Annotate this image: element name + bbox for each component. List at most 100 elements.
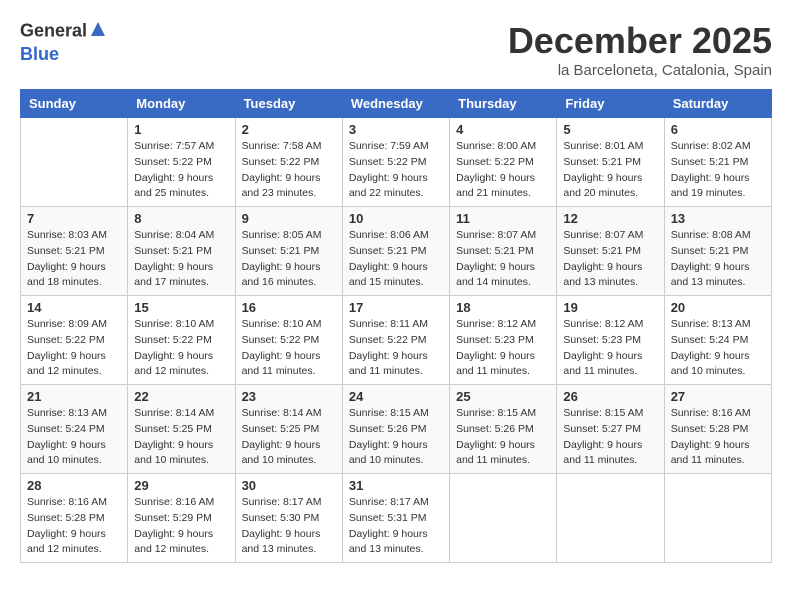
day-cell: 30 Sunrise: 8:17 AMSunset: 5:30 PMDayligh… xyxy=(235,474,342,563)
day-info: Sunrise: 8:12 AMSunset: 5:23 PMDaylight:… xyxy=(456,317,550,380)
day-info: Sunrise: 8:03 AMSunset: 5:21 PMDaylight:… xyxy=(27,228,121,291)
day-info: Sunrise: 8:15 AMSunset: 5:27 PMDaylight:… xyxy=(563,406,657,469)
day-number: 13 xyxy=(671,211,765,226)
day-cell: 25 Sunrise: 8:15 AMSunset: 5:26 PMDayligh… xyxy=(450,385,557,474)
day-cell: 24 Sunrise: 8:15 AMSunset: 5:26 PMDayligh… xyxy=(342,385,449,474)
day-number: 19 xyxy=(563,300,657,315)
day-number: 29 xyxy=(134,478,228,493)
day-cell: 2Sunrise: 7:58 AMSunset: 5:22 PMDaylight… xyxy=(235,118,342,207)
day-info: Sunrise: 8:07 AMSunset: 5:21 PMDaylight:… xyxy=(563,228,657,291)
location-subtitle: la Barceloneta, Catalonia, Spain xyxy=(508,62,772,79)
day-number: 28 xyxy=(27,478,121,493)
header-day: Monday xyxy=(128,90,235,118)
day-info: Sunrise: 8:10 AMSunset: 5:22 PMDaylight:… xyxy=(134,317,228,380)
day-info: Sunrise: 8:02 AMSunset: 5:21 PMDaylight:… xyxy=(671,139,765,202)
day-info: Sunrise: 8:12 AMSunset: 5:23 PMDaylight:… xyxy=(563,317,657,380)
day-number: 22 xyxy=(134,389,228,404)
day-info: Sunrise: 8:07 AMSunset: 5:21 PMDaylight:… xyxy=(456,228,550,291)
title-area: December 2025 la Barceloneta, Catalonia,… xyxy=(508,20,772,79)
day-number: 24 xyxy=(349,389,443,404)
day-info: Sunrise: 8:00 AMSunset: 5:22 PMDaylight:… xyxy=(456,139,550,202)
day-cell: 20Sunrise: 8:13 AMSunset: 5:24 PMDayligh… xyxy=(664,296,771,385)
day-cell: 3Sunrise: 7:59 AMSunset: 5:22 PMDaylight… xyxy=(342,118,449,207)
day-info: Sunrise: 8:15 AMSunset: 5:26 PMDaylight:… xyxy=(456,406,550,469)
calendar-table: SundayMondayTuesdayWednesdayThursdayFrid… xyxy=(20,89,772,563)
day-info: Sunrise: 8:17 AMSunset: 5:31 PMDaylight:… xyxy=(349,495,443,558)
logo-icon xyxy=(89,20,107,45)
day-cell xyxy=(21,118,128,207)
logo-general: General xyxy=(20,21,87,41)
day-number: 17 xyxy=(349,300,443,315)
day-number: 27 xyxy=(671,389,765,404)
day-info: Sunrise: 8:04 AMSunset: 5:21 PMDaylight:… xyxy=(134,228,228,291)
day-number: 15 xyxy=(134,300,228,315)
day-cell xyxy=(557,474,664,563)
day-number: 20 xyxy=(671,300,765,315)
week-row: 28 Sunrise: 8:16 AMSunset: 5:28 PMDayligh… xyxy=(21,474,772,563)
day-info: Sunrise: 7:57 AMSunset: 5:22 PMDaylight:… xyxy=(134,139,228,202)
day-info: Sunrise: 8:05 AMSunset: 5:21 PMDaylight:… xyxy=(242,228,336,291)
day-cell: 13Sunrise: 8:08 AMSunset: 5:21 PMDayligh… xyxy=(664,207,771,296)
day-cell xyxy=(450,474,557,563)
day-cell: 28 Sunrise: 8:16 AMSunset: 5:28 PMDayligh… xyxy=(21,474,128,563)
day-info: Sunrise: 8:16 AMSunset: 5:28 PMDaylight:… xyxy=(671,406,765,469)
day-cell: 15 Sunrise: 8:10 AMSunset: 5:22 PMDayligh… xyxy=(128,296,235,385)
day-number: 12 xyxy=(563,211,657,226)
day-cell: 4 Sunrise: 8:00 AMSunset: 5:22 PMDaylight… xyxy=(450,118,557,207)
day-info: Sunrise: 8:06 AMSunset: 5:21 PMDaylight:… xyxy=(349,228,443,291)
day-number: 16 xyxy=(242,300,336,315)
day-cell: 21Sunrise: 8:13 AMSunset: 5:24 PMDayligh… xyxy=(21,385,128,474)
header-row: SundayMondayTuesdayWednesdayThursdayFrid… xyxy=(21,90,772,118)
day-cell: 6 Sunrise: 8:02 AMSunset: 5:21 PMDaylight… xyxy=(664,118,771,207)
day-cell: 5Sunrise: 8:01 AMSunset: 5:21 PMDaylight… xyxy=(557,118,664,207)
week-row: 7 Sunrise: 8:03 AMSunset: 5:21 PMDaylight… xyxy=(21,207,772,296)
day-number: 25 xyxy=(456,389,550,404)
day-number: 31 xyxy=(349,478,443,493)
day-number: 9 xyxy=(242,211,336,226)
logo-blue: Blue xyxy=(20,44,59,64)
day-cell: 19 Sunrise: 8:12 AMSunset: 5:23 PMDayligh… xyxy=(557,296,664,385)
day-cell: 17Sunrise: 8:11 AMSunset: 5:22 PMDayligh… xyxy=(342,296,449,385)
day-number: 23 xyxy=(242,389,336,404)
day-number: 10 xyxy=(349,211,443,226)
day-cell: 14 Sunrise: 8:09 AMSunset: 5:22 PMDayligh… xyxy=(21,296,128,385)
header-day: Wednesday xyxy=(342,90,449,118)
week-row: 1 Sunrise: 7:57 AMSunset: 5:22 PMDaylight… xyxy=(21,118,772,207)
day-number: 1 xyxy=(134,122,228,137)
day-info: Sunrise: 8:09 AMSunset: 5:22 PMDaylight:… xyxy=(27,317,121,380)
header: General Blue December 2025 la Barcelonet… xyxy=(20,20,772,79)
day-cell: 23 Sunrise: 8:14 AMSunset: 5:25 PMDayligh… xyxy=(235,385,342,474)
header-day: Saturday xyxy=(664,90,771,118)
day-info: Sunrise: 8:01 AMSunset: 5:21 PMDaylight:… xyxy=(563,139,657,202)
day-cell: 22 Sunrise: 8:14 AMSunset: 5:25 PMDayligh… xyxy=(128,385,235,474)
day-info: Sunrise: 7:58 AMSunset: 5:22 PMDaylight:… xyxy=(242,139,336,202)
day-info: Sunrise: 8:14 AMSunset: 5:25 PMDaylight:… xyxy=(134,406,228,469)
day-cell: 18Sunrise: 8:12 AMSunset: 5:23 PMDayligh… xyxy=(450,296,557,385)
day-number: 30 xyxy=(242,478,336,493)
day-cell: 8Sunrise: 8:04 AMSunset: 5:21 PMDaylight… xyxy=(128,207,235,296)
day-cell: 9 Sunrise: 8:05 AMSunset: 5:21 PMDaylight… xyxy=(235,207,342,296)
month-title: December 2025 xyxy=(508,20,772,62)
day-cell xyxy=(664,474,771,563)
day-info: Sunrise: 8:15 AMSunset: 5:26 PMDaylight:… xyxy=(349,406,443,469)
day-number: 6 xyxy=(671,122,765,137)
day-cell: 12 Sunrise: 8:07 AMSunset: 5:21 PMDayligh… xyxy=(557,207,664,296)
day-number: 7 xyxy=(27,211,121,226)
logo: General Blue xyxy=(20,20,107,67)
header-day: Tuesday xyxy=(235,90,342,118)
header-day: Thursday xyxy=(450,90,557,118)
day-cell: 11 Sunrise: 8:07 AMSunset: 5:21 PMDayligh… xyxy=(450,207,557,296)
day-info: Sunrise: 8:10 AMSunset: 5:22 PMDaylight:… xyxy=(242,317,336,380)
day-cell: 16 Sunrise: 8:10 AMSunset: 5:22 PMDayligh… xyxy=(235,296,342,385)
day-info: Sunrise: 8:14 AMSunset: 5:25 PMDaylight:… xyxy=(242,406,336,469)
day-number: 14 xyxy=(27,300,121,315)
day-number: 4 xyxy=(456,122,550,137)
day-cell: 10 Sunrise: 8:06 AMSunset: 5:21 PMDayligh… xyxy=(342,207,449,296)
day-info: Sunrise: 7:59 AMSunset: 5:22 PMDaylight:… xyxy=(349,139,443,202)
day-number: 11 xyxy=(456,211,550,226)
day-cell: 7 Sunrise: 8:03 AMSunset: 5:21 PMDaylight… xyxy=(21,207,128,296)
day-info: Sunrise: 8:17 AMSunset: 5:30 PMDaylight:… xyxy=(242,495,336,558)
day-number: 21 xyxy=(27,389,121,404)
day-cell: 1 Sunrise: 7:57 AMSunset: 5:22 PMDaylight… xyxy=(128,118,235,207)
day-info: Sunrise: 8:16 AMSunset: 5:28 PMDaylight:… xyxy=(27,495,121,558)
